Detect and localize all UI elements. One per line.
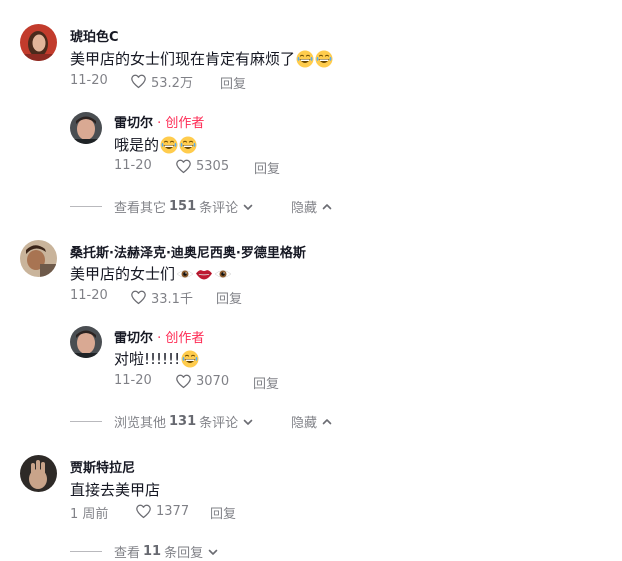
eye-emoji bbox=[214, 265, 232, 283]
avatar[interactable] bbox=[20, 24, 57, 61]
heart-icon bbox=[130, 73, 147, 90]
chevron-up-icon bbox=[321, 416, 333, 428]
divider-line bbox=[70, 551, 102, 552]
divider-line bbox=[70, 206, 102, 207]
avatar[interactable] bbox=[70, 112, 102, 144]
divider-line bbox=[70, 421, 102, 422]
comment-text: 直接去美甲店 bbox=[70, 479, 160, 500]
like-count: 33.1千 bbox=[151, 292, 193, 307]
like-count: 5305 bbox=[196, 159, 230, 174]
avatar-image bbox=[70, 326, 102, 358]
hide-label: 隐藏 bbox=[291, 201, 318, 216]
view-more-prefix: 查看 bbox=[114, 546, 141, 561]
hide-label: 隐藏 bbox=[291, 416, 318, 431]
reply-text: 对啦!!!!!! bbox=[114, 348, 199, 369]
view-more-count: 11 bbox=[143, 544, 162, 559]
avatar[interactable] bbox=[20, 455, 57, 492]
comment-text: 美甲店的女士们现在肯定有麻烦了 bbox=[70, 48, 333, 69]
comment-username[interactable]: 桑托斯·法赫泽克·迪奥尼西奥·罗德里格斯 bbox=[70, 242, 306, 261]
heart-icon bbox=[175, 373, 192, 390]
comment-text-content: 直接去美甲店 bbox=[70, 481, 161, 499]
reply-button[interactable]: 回复 bbox=[220, 73, 246, 92]
comment-username[interactable]: 贾斯特拉尼 bbox=[70, 457, 135, 476]
like-count: 53.2万 bbox=[151, 76, 193, 91]
hide-replies-button[interactable]: 隐藏 bbox=[291, 412, 333, 431]
avatar-image bbox=[70, 112, 102, 144]
avatar-image bbox=[20, 24, 57, 61]
grinning-sweat-emoji bbox=[179, 136, 197, 154]
view-more-prefix: 查看其它 bbox=[114, 201, 167, 216]
heart-icon bbox=[135, 503, 152, 520]
view-more-replies[interactable]: 浏览其他 131 条评论 bbox=[70, 412, 254, 431]
reply-text: 哦是的 bbox=[114, 134, 197, 155]
like-button[interactable]: 1377 bbox=[135, 503, 189, 520]
chevron-down-icon bbox=[207, 546, 219, 558]
view-more-replies[interactable]: 查看其它 151 条评论 bbox=[70, 197, 254, 216]
like-button[interactable]: 5305 bbox=[175, 158, 229, 175]
reply-date: 11-20 bbox=[114, 158, 152, 173]
comment-text-content: 美甲店的女士们 bbox=[70, 265, 176, 283]
grinning-sweat-emoji bbox=[315, 50, 333, 68]
avatar[interactable] bbox=[70, 326, 102, 358]
comment-username[interactable]: 琥珀色C bbox=[70, 26, 119, 45]
reply-username[interactable]: 雷切尔 · 创作者 bbox=[114, 112, 204, 131]
comment-date: 11-20 bbox=[70, 73, 108, 88]
view-more-suffix: 条评论 bbox=[199, 416, 239, 431]
reply-button[interactable]: 回复 bbox=[254, 158, 280, 177]
heart-icon bbox=[175, 158, 192, 175]
reply-text-content: 对啦!!!!!! bbox=[114, 350, 181, 368]
eye-emoji bbox=[176, 265, 194, 283]
reply-text-content: 哦是的 bbox=[114, 136, 160, 154]
chevron-up-icon bbox=[321, 201, 333, 213]
lips-emoji bbox=[195, 265, 213, 283]
comment-text-content: 美甲店的女士们现在肯定有麻烦了 bbox=[70, 50, 296, 68]
heart-icon bbox=[130, 289, 147, 306]
creator-badge: · 创作者 bbox=[153, 116, 205, 131]
avatar[interactable] bbox=[20, 240, 57, 277]
comment-date: 1 周前 bbox=[70, 507, 109, 522]
reply-button[interactable]: 回复 bbox=[210, 503, 236, 522]
reply-username-text: 雷切尔 bbox=[114, 116, 154, 131]
reply-date: 11-20 bbox=[114, 373, 152, 388]
comment-date: 11-20 bbox=[70, 288, 108, 303]
view-more-suffix: 条回复 bbox=[164, 546, 204, 561]
reply-username[interactable]: 雷切尔 · 创作者 bbox=[114, 327, 204, 346]
reply-username-text: 雷切尔 bbox=[114, 331, 154, 346]
view-more-suffix: 条评论 bbox=[199, 201, 239, 216]
view-more-count: 131 bbox=[169, 414, 197, 429]
comment-text: 美甲店的女士们 bbox=[70, 263, 232, 284]
avatar-image bbox=[20, 455, 57, 492]
grinning-sweat-emoji bbox=[296, 50, 314, 68]
reply-button[interactable]: 回复 bbox=[253, 373, 279, 392]
like-button[interactable]: 3070 bbox=[175, 373, 229, 390]
grinning-sweat-emoji bbox=[181, 350, 199, 368]
like-button[interactable]: 33.1千 bbox=[130, 288, 193, 307]
reply-button[interactable]: 回复 bbox=[216, 288, 242, 307]
like-button[interactable]: 53.2万 bbox=[130, 72, 193, 91]
avatar-image bbox=[20, 240, 57, 277]
chevron-down-icon bbox=[242, 201, 254, 213]
hide-replies-button[interactable]: 隐藏 bbox=[291, 197, 333, 216]
grinning-sweat-emoji bbox=[160, 136, 178, 154]
view-more-replies[interactable]: 查看 11 条回复 bbox=[70, 542, 219, 561]
chevron-down-icon bbox=[242, 416, 254, 428]
view-more-prefix: 浏览其他 bbox=[114, 416, 167, 431]
creator-badge: · 创作者 bbox=[153, 331, 205, 346]
view-more-count: 151 bbox=[169, 199, 197, 214]
like-count: 3070 bbox=[196, 374, 230, 389]
like-count: 1377 bbox=[156, 504, 190, 519]
